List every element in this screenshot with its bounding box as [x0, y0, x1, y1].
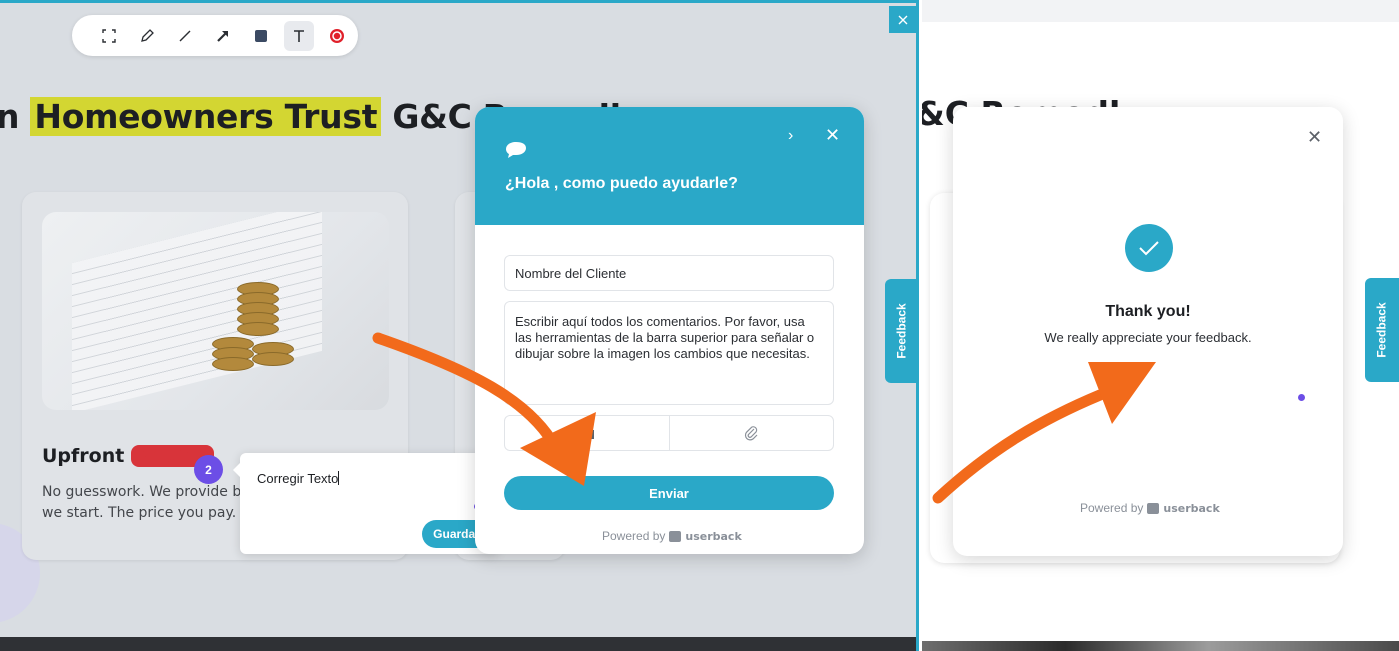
- status-dot: [1298, 394, 1305, 401]
- chevron-right-icon[interactable]: ›: [788, 127, 793, 145]
- feedback-widget: ¿Hola , como puedo ayudarle? › ✕ Nombre …: [475, 107, 864, 554]
- widget-title: ¿Hola , como puedo ayudarle?: [505, 175, 738, 192]
- thank-you-dialog: ✕ Thank you! We really appreciate your f…: [953, 107, 1343, 556]
- comment-textarea[interactable]: Escribir aquí todos los comentarios. Por…: [504, 301, 834, 405]
- userback-logo-icon: [669, 530, 682, 542]
- pen-tool[interactable]: [132, 21, 162, 51]
- widget-close-icon[interactable]: ✕: [825, 125, 840, 146]
- screenshot-stage: n Homeowners Trust G&C Remodl Upfront Pr…: [0, 0, 1399, 651]
- rectangle-icon: [255, 29, 267, 42]
- coins-ledger-image: [42, 212, 389, 410]
- line-tool[interactable]: [170, 21, 200, 51]
- select-area-tool[interactable]: [94, 21, 124, 51]
- arrow-icon: [217, 30, 228, 42]
- card-title: Upfront Pricing: [42, 445, 214, 467]
- paperclip-icon: [745, 426, 758, 441]
- dialog-close-icon[interactable]: ✕: [1307, 127, 1322, 148]
- customer-name-field[interactable]: Nombre del Cliente: [504, 255, 834, 291]
- annotation-text-input[interactable]: Corregir Texto: [257, 471, 340, 486]
- rectangle-tool[interactable]: [246, 21, 276, 51]
- powered-by: Powered by userback: [602, 529, 742, 543]
- widget-header: ¿Hola , como puedo ayudarle? › ✕: [475, 107, 864, 225]
- pen-icon: [141, 28, 154, 42]
- browser-top-bar: [922, 0, 1399, 22]
- screenshot-button[interactable]: [505, 416, 669, 450]
- close-icon: [898, 15, 907, 24]
- thank-you-message: We really appreciate your feedback.: [1044, 330, 1252, 345]
- success-check-icon: [1125, 224, 1173, 272]
- attach-file-button[interactable]: [668, 416, 834, 450]
- feedback-tab[interactable]: Feedback: [885, 279, 916, 383]
- right-panel-thank-you: &C Remodl ✕ Thank you! We really appreci…: [922, 0, 1399, 651]
- userback-logo-icon: [1147, 502, 1160, 514]
- select-area-icon: [102, 28, 116, 43]
- attachment-row: [504, 415, 834, 451]
- left-panel-annotation-mode: n Homeowners Trust G&C Remodl Upfront Pr…: [0, 0, 919, 651]
- thank-you-title: Thank you!: [1105, 303, 1191, 320]
- headline-highlight: Homeowners Trust: [30, 97, 382, 136]
- footer-bar: [0, 637, 916, 651]
- record-icon: [330, 28, 344, 43]
- powered-by: Powered by userback: [1080, 501, 1220, 515]
- annotation-marker[interactable]: 2: [194, 455, 223, 484]
- feedback-tab[interactable]: Feedback: [1365, 278, 1399, 382]
- chat-bubble-icon: [506, 142, 526, 158]
- exit-annotation-button[interactable]: [889, 6, 916, 33]
- text-icon: [294, 29, 304, 42]
- line-icon: [179, 30, 191, 41]
- arrow-tool[interactable]: [208, 21, 238, 51]
- annotation-note: Corregir Texto ✕ Guardar: [233, 453, 498, 554]
- send-button[interactable]: Enviar: [504, 476, 834, 510]
- footer-image-strip: [922, 641, 1399, 651]
- record-tool[interactable]: [322, 21, 352, 51]
- camera-icon: [579, 428, 594, 439]
- text-tool[interactable]: [284, 20, 314, 51]
- annotation-toolbar: [72, 15, 358, 56]
